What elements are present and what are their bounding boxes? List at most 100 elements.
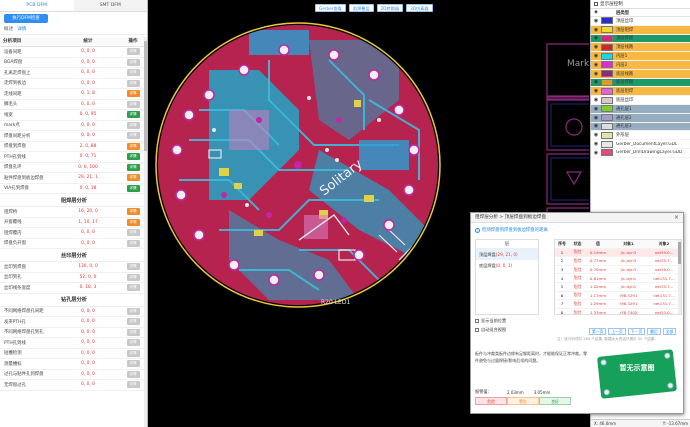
eye-icon[interactable]: ◉ [591, 35, 601, 41]
details-button[interactable]: 详情 [126, 132, 140, 140]
tab-pcb-dfm[interactable]: PCB DFM [0, 0, 74, 11]
prev-page-button[interactable]: 上一页 [608, 328, 626, 335]
eye-icon[interactable]: ◉ [591, 141, 601, 147]
layer-color-swatch[interactable] [601, 140, 613, 148]
layer-color-swatch[interactable] [601, 52, 613, 60]
subtab-details[interactable]: 详情 [17, 25, 26, 34]
dialog-title[interactable]: 阻焊层分析 > 顶层焊盘到板边焊盘 × [471, 213, 683, 223]
table-row[interactable]: 5 危险 1.02mm jlc-dyn1 net75.7... [555, 283, 681, 292]
details-button[interactable]: 详情 [126, 318, 140, 326]
scroll-thumb[interactable] [144, 41, 147, 151]
layer-item[interactable]: ◉ 顶层焊盘 [591, 34, 690, 44]
all-pages-button[interactable]: 全部 [662, 328, 677, 335]
first-page-button[interactable]: 第一页 [589, 328, 607, 335]
details-button[interactable]: 详情 [126, 284, 140, 292]
warn-value-warning[interactable]: 3.05mm [534, 390, 551, 395]
table-row[interactable]: 4 危险 0.81mm jlc-dyn1 net131.7... [555, 274, 681, 283]
details-button[interactable]: 详情 [126, 184, 140, 192]
toolbar-mask-button[interactable]: 阻焊叠层 [348, 4, 374, 12]
layer-item[interactable]: ◉ 通孔层2 [591, 113, 690, 123]
dfm-scrollbar[interactable] [144, 37, 147, 427]
details-button[interactable]: 详情 [126, 349, 140, 357]
details-button[interactable]: 详情 [126, 208, 140, 216]
details-button[interactable]: 详情 [126, 339, 140, 347]
layer-color-swatch[interactable] [601, 122, 613, 130]
show-position-option[interactable]: 显示当前位置 [475, 318, 506, 324]
layer-color-swatch[interactable] [601, 26, 613, 34]
layer-item[interactable]: ◉ 通孔层3 [591, 122, 690, 132]
eye-icon[interactable]: ◉ [591, 10, 601, 15]
layer-color-swatch[interactable] [601, 78, 613, 86]
details-button[interactable]: 详情 [126, 69, 140, 77]
run-dfm-button[interactable]: 执行DFM检查 [4, 14, 48, 23]
toolbar-gerber-button[interactable]: Gerber查看 [315, 4, 346, 12]
eye-icon[interactable]: ◉ [591, 79, 601, 85]
layer-color-swatch[interactable] [601, 87, 613, 95]
eye-icon[interactable]: ◉ [591, 44, 601, 50]
details-button[interactable]: 详情 [126, 328, 140, 336]
layer-color-swatch[interactable] [601, 61, 613, 69]
eye-icon[interactable]: ◉ [591, 123, 601, 129]
table-row[interactable]: 7 危险 1.29mm r98.3291 net131.7... [555, 300, 681, 309]
layer-item[interactable]: ◉ 通孔层1 [591, 104, 690, 114]
layer-item[interactable]: ◉ 顶层丝印 [591, 17, 690, 26]
eye-icon[interactable]: ◉ [591, 97, 601, 103]
scroll-thumb[interactable] [678, 242, 681, 264]
toolbar-3d-button[interactable]: 3D仿真器 [406, 4, 433, 12]
tab-smt-dfm[interactable]: SMT DFM [74, 0, 148, 11]
subtab-overview[interactable]: 概述 [4, 25, 13, 34]
details-button[interactable]: 详情 [126, 48, 140, 56]
layer-item[interactable]: ◉ 底层焊盘 [591, 78, 690, 88]
details-button[interactable]: 详情 [126, 229, 140, 237]
details-button[interactable]: 详情 [126, 121, 140, 129]
layer-color-swatch[interactable] [601, 131, 613, 139]
details-button[interactable]: 详情 [126, 239, 140, 247]
details-button[interactable]: 详情 [126, 90, 140, 98]
close-icon[interactable]: × [674, 213, 679, 223]
eye-icon[interactable]: ◉ [591, 18, 601, 24]
last-page-button[interactable]: 最后 [647, 328, 661, 335]
eye-icon[interactable]: ◉ [591, 62, 601, 68]
layer-item[interactable]: ◉ 外形层 [591, 131, 690, 141]
details-button[interactable]: 详情 [126, 174, 140, 182]
eye-icon[interactable]: ◉ [591, 132, 601, 138]
show-all-checkbox[interactable] [594, 2, 598, 6]
details-button[interactable]: 详情 [126, 360, 140, 368]
details-button[interactable]: 详情 [126, 163, 140, 171]
layer-color-swatch[interactable] [601, 34, 613, 42]
layer-color-swatch[interactable] [601, 105, 613, 113]
table-row[interactable]: 2 危险 0.77mm jlc-dyn3 net75.7... [555, 257, 681, 266]
auto-fit-option[interactable]: 自动适合视图 [475, 327, 506, 333]
eye-icon[interactable]: ◉ [591, 106, 601, 112]
table-row[interactable]: 8 危险 1.33mm r78.7402 net53.0... [555, 309, 681, 314]
layer-item[interactable]: ◉ 底层丝印 [591, 96, 690, 105]
list-item[interactable]: 顶层焊盘(29, 21, 0) [476, 249, 538, 260]
checkbox[interactable] [475, 328, 479, 332]
toolbar-2d-button[interactable]: 2D转换器 [376, 4, 404, 12]
layer-item[interactable]: ◉ 底层阻焊 [591, 87, 690, 97]
layer-item[interactable]: ◉ 底层线路 [591, 69, 690, 79]
eye-icon[interactable]: ◉ [591, 88, 601, 94]
layer-item[interactable]: ◉ Gerber_DocumentLayer.GDL [591, 140, 690, 149]
checkbox[interactable] [475, 319, 479, 323]
details-button[interactable]: 详情 [126, 153, 140, 161]
result-scrollbar[interactable] [678, 240, 681, 314]
layer-item[interactable]: ◉ Gerber_DrillDrawingLayer.GDD [591, 148, 690, 158]
next-page-button[interactable]: 下一页 [627, 328, 646, 335]
warn-value-danger[interactable]: 2.03mm [507, 390, 524, 395]
details-button[interactable]: 详情 [126, 307, 140, 315]
layer-item[interactable]: ◉ 内层1 [591, 52, 690, 61]
details-button[interactable]: 详情 [126, 79, 140, 87]
details-button[interactable]: 详情 [126, 142, 140, 150]
details-button[interactable]: 详情 [126, 263, 140, 271]
layer-item[interactable]: ◉ 顶层阻焊 [591, 25, 690, 35]
details-button[interactable]: 详情 [126, 370, 140, 378]
details-button[interactable]: 详情 [126, 273, 140, 281]
eye-icon[interactable]: ◉ [591, 53, 601, 59]
table-row[interactable]: 6 危险 1.17mm r98.3291 net131.7... [555, 292, 681, 301]
layer-color-swatch[interactable] [601, 114, 613, 122]
details-button[interactable]: 详情 [126, 100, 140, 108]
details-button[interactable]: 详情 [126, 58, 140, 66]
details-button[interactable]: 详情 [126, 111, 140, 119]
eye-icon[interactable]: ◉ [591, 27, 601, 33]
